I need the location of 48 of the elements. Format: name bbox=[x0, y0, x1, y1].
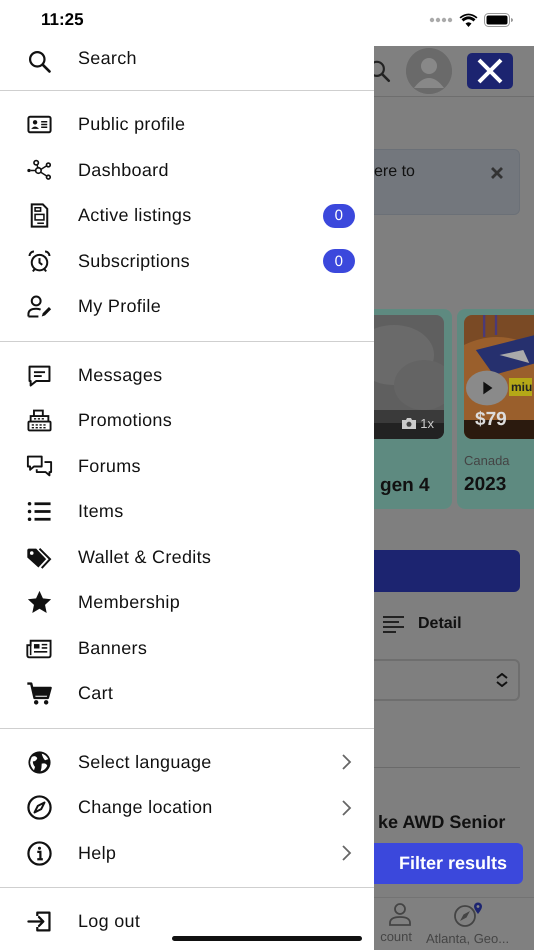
menu-item[interactable]: Dashboard bbox=[0, 148, 374, 193]
menu-item[interactable]: Log out bbox=[0, 899, 374, 944]
listing-card[interactable]: miu $79 Canada 2023 bbox=[457, 309, 534, 509]
menu-item[interactable]: Messages bbox=[0, 352, 374, 398]
premium-tag: miu bbox=[509, 378, 532, 396]
count-badge: 0 bbox=[323, 249, 355, 274]
count-badge: 0 bbox=[323, 204, 355, 228]
menu-item[interactable]: Search bbox=[0, 46, 374, 90]
menu-item[interactable]: Promotions bbox=[0, 398, 374, 444]
menu-item[interactable]: Help bbox=[0, 830, 374, 876]
status-time: 11:25 bbox=[41, 10, 84, 30]
menu-item[interactable]: Items bbox=[0, 489, 374, 534]
banner-text: ere to bbox=[374, 163, 416, 181]
menu-item[interactable]: Change location bbox=[0, 785, 374, 830]
menu-item[interactable]: Membership bbox=[0, 580, 374, 626]
menu-item[interactable]: Forums bbox=[0, 444, 374, 489]
menu-item[interactable]: Wallet & Credits bbox=[0, 534, 374, 580]
select-field[interactable] bbox=[374, 659, 520, 701]
close-button[interactable] bbox=[467, 53, 513, 89]
chevron-icon bbox=[341, 844, 353, 862]
photo-count: 1x bbox=[402, 416, 434, 431]
menu-item[interactable]: Public profile bbox=[0, 102, 374, 148]
chevron-icon bbox=[341, 798, 353, 817]
close-icon bbox=[476, 57, 504, 85]
filter-button[interactable]: Filter results bbox=[374, 843, 523, 884]
listing-price: $79 bbox=[475, 409, 507, 431]
menu-item[interactable]: Select language bbox=[0, 740, 374, 785]
view-toggle[interactable]: Detail bbox=[418, 615, 462, 633]
listing-title: 2023 bbox=[464, 474, 508, 496]
wifi-icon bbox=[459, 13, 478, 27]
close-icon[interactable] bbox=[490, 166, 504, 180]
person-icon bbox=[388, 902, 412, 926]
listing-title: gen 4 bbox=[380, 475, 431, 497]
chevron-icon bbox=[341, 753, 353, 772]
listing-location: Canada bbox=[464, 453, 511, 468]
chevron-up-down-icon bbox=[496, 673, 508, 687]
menu-item[interactable]: Banners bbox=[0, 626, 374, 671]
menu-item[interactable]: Active listings 0 bbox=[0, 193, 374, 238]
camera-icon bbox=[402, 418, 416, 429]
battery-icon bbox=[484, 13, 514, 27]
menu-item[interactable]: Subscriptions 0 bbox=[0, 238, 374, 284]
listing-title: ke AWD Senior bbox=[378, 812, 506, 833]
play-icon[interactable] bbox=[466, 370, 508, 406]
menu-item[interactable]: Cart bbox=[0, 671, 374, 716]
listing-card[interactable]: 1x gen 4 bbox=[374, 309, 452, 509]
text-lines-icon[interactable] bbox=[382, 615, 406, 633]
menu-item[interactable]: My Profile bbox=[0, 284, 374, 330]
signal-icon bbox=[429, 17, 453, 23]
